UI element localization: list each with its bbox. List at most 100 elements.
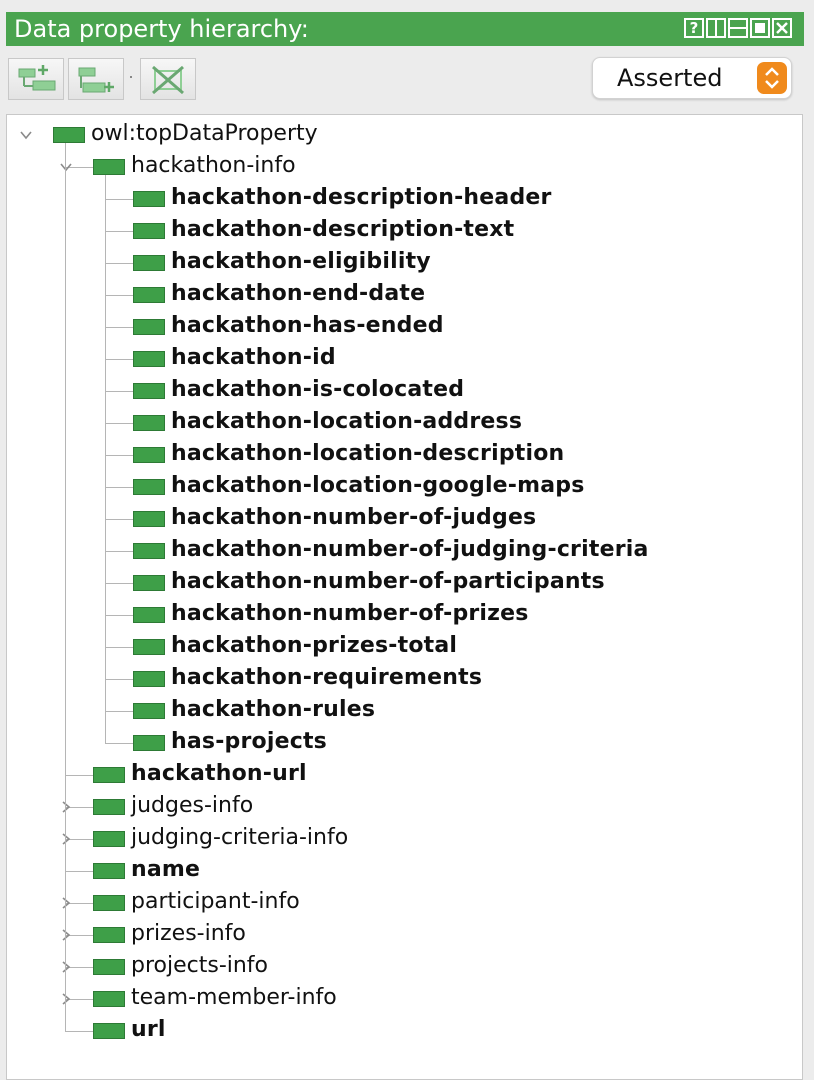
tree-connector — [105, 743, 135, 744]
data-property-icon — [133, 479, 165, 495]
data-property-icon — [93, 959, 125, 975]
data-property-icon — [133, 607, 165, 623]
data-property-icon — [133, 255, 165, 271]
close-view-button[interactable] — [772, 18, 792, 38]
data-property-icon — [93, 1023, 125, 1039]
tree-connector — [105, 231, 135, 232]
tree-node-label[interactable]: hackathon-number-of-participants — [171, 569, 605, 595]
tree-node-label[interactable]: hackathon-rules — [171, 697, 375, 723]
data-property-icon — [93, 831, 125, 847]
tree-node-label[interactable]: prizes-info — [131, 921, 246, 947]
chevron-right-icon[interactable] — [59, 960, 73, 974]
tree-connector — [105, 263, 135, 264]
tree-connector — [105, 615, 135, 616]
data-property-icon — [133, 351, 165, 367]
data-property-icon — [133, 543, 165, 559]
tree-connector — [105, 391, 135, 392]
data-property-icon — [133, 575, 165, 591]
add-sub-property-button[interactable] — [8, 58, 64, 100]
chevron-right-icon[interactable] — [59, 992, 73, 1006]
tree-connector — [105, 487, 135, 488]
tree-node-label[interactable]: hackathon-location-google-maps — [171, 473, 585, 499]
tree-connector — [105, 327, 135, 328]
close-icon — [776, 22, 788, 34]
view-controls: ? — [684, 18, 792, 40]
delete-property-icon — [152, 65, 184, 95]
chevron-right-icon[interactable] — [59, 928, 73, 942]
tree-connector — [105, 551, 135, 552]
tree-connector — [105, 679, 135, 680]
tree-node-label[interactable]: hackathon-number-of-judging-criteria — [171, 537, 649, 563]
data-property-icon — [133, 639, 165, 655]
tree-connector — [65, 143, 66, 1031]
view-title: Data property hierarchy: — [14, 15, 309, 43]
view-header: Data property hierarchy: ? — [6, 12, 804, 46]
tree-node-label[interactable]: hackathon-number-of-prizes — [171, 601, 529, 627]
tree-node-label[interactable]: hackathon-has-ended — [171, 313, 444, 339]
tree-node-label[interactable]: owl:topDataProperty — [91, 121, 318, 147]
tree-node-label[interactable]: judging-criteria-info — [131, 825, 348, 851]
hierarchy-mode-value: Asserted — [617, 64, 723, 92]
split-view-button[interactable] — [706, 18, 726, 38]
minimize-view-button[interactable] — [728, 18, 748, 38]
tree-node-label[interactable]: projects-info — [131, 953, 268, 979]
tree-node-label[interactable]: hackathon-end-date — [171, 281, 425, 307]
tree-connector — [105, 295, 135, 296]
data-property-icon — [133, 735, 165, 751]
chevron-down-icon[interactable] — [59, 160, 73, 174]
data-property-icon — [93, 927, 125, 943]
tree-node-label[interactable]: hackathon-description-text — [171, 217, 514, 243]
chevron-down-icon[interactable] — [19, 128, 33, 142]
toolbar-separator — [130, 76, 132, 78]
tree-node-label[interactable]: hackathon-id — [171, 345, 336, 371]
data-property-icon — [53, 127, 85, 143]
tree-node-label[interactable]: hackathon-location-address — [171, 409, 522, 435]
tree-node-label[interactable]: has-projects — [171, 729, 327, 755]
tree-connector — [105, 455, 135, 456]
tree-node-label[interactable]: team-member-info — [131, 985, 337, 1011]
data-property-icon — [133, 287, 165, 303]
data-property-tree[interactable]: owl:topDataProperty hackathon-info hackath… — [6, 114, 803, 1080]
tree-node-label[interactable]: hackathon-location-description — [171, 441, 564, 467]
tree-node-label[interactable]: hackathon-is-colocated — [171, 377, 464, 403]
tree-connector — [105, 519, 135, 520]
add-sibling-property-icon — [78, 67, 114, 93]
tree-connector — [105, 175, 106, 743]
tree-connector — [105, 423, 135, 424]
data-property-icon — [133, 223, 165, 239]
maximize-view-button[interactable] — [750, 18, 770, 38]
tree-node-label[interactable]: hackathon-requirements — [171, 665, 482, 691]
tree-node-label[interactable]: participant-info — [131, 889, 300, 915]
add-sub-property-icon — [18, 65, 56, 91]
tree-node-label[interactable]: hackathon-info — [131, 153, 296, 179]
chevron-right-icon[interactable] — [59, 800, 73, 814]
data-property-icon — [93, 991, 125, 1007]
add-sibling-property-button[interactable] — [68, 58, 124, 100]
data-property-icon — [93, 767, 125, 783]
tree-node-label[interactable]: hackathon-url — [131, 761, 307, 787]
data-property-icon — [133, 383, 165, 399]
data-property-icon — [133, 671, 165, 687]
tree-connector — [105, 647, 135, 648]
tree-connector — [105, 359, 135, 360]
tree-connector — [105, 711, 135, 712]
tree-node-label[interactable]: name — [131, 857, 200, 883]
tree-node-label[interactable]: hackathon-description-header — [171, 185, 552, 211]
hierarchy-mode-select[interactable]: Asserted — [592, 57, 792, 99]
data-property-icon — [133, 191, 165, 207]
tree-node-label[interactable]: hackathon-eligibility — [171, 249, 431, 275]
help-button[interactable]: ? — [684, 18, 704, 38]
delete-property-button[interactable] — [140, 58, 196, 100]
data-property-icon — [133, 319, 165, 335]
chevron-right-icon[interactable] — [59, 832, 73, 846]
tree-connector — [105, 199, 135, 200]
data-property-icon — [133, 447, 165, 463]
tree-node-label[interactable]: hackathon-prizes-total — [171, 633, 457, 659]
data-property-icon — [93, 159, 125, 175]
tree-node-label[interactable]: url — [131, 1017, 166, 1043]
tree-connector — [65, 1031, 95, 1032]
tree-node-label[interactable]: judges-info — [131, 793, 253, 819]
chevron-right-icon[interactable] — [59, 896, 73, 910]
data-property-icon — [93, 895, 125, 911]
tree-node-label[interactable]: hackathon-number-of-judges — [171, 505, 536, 531]
